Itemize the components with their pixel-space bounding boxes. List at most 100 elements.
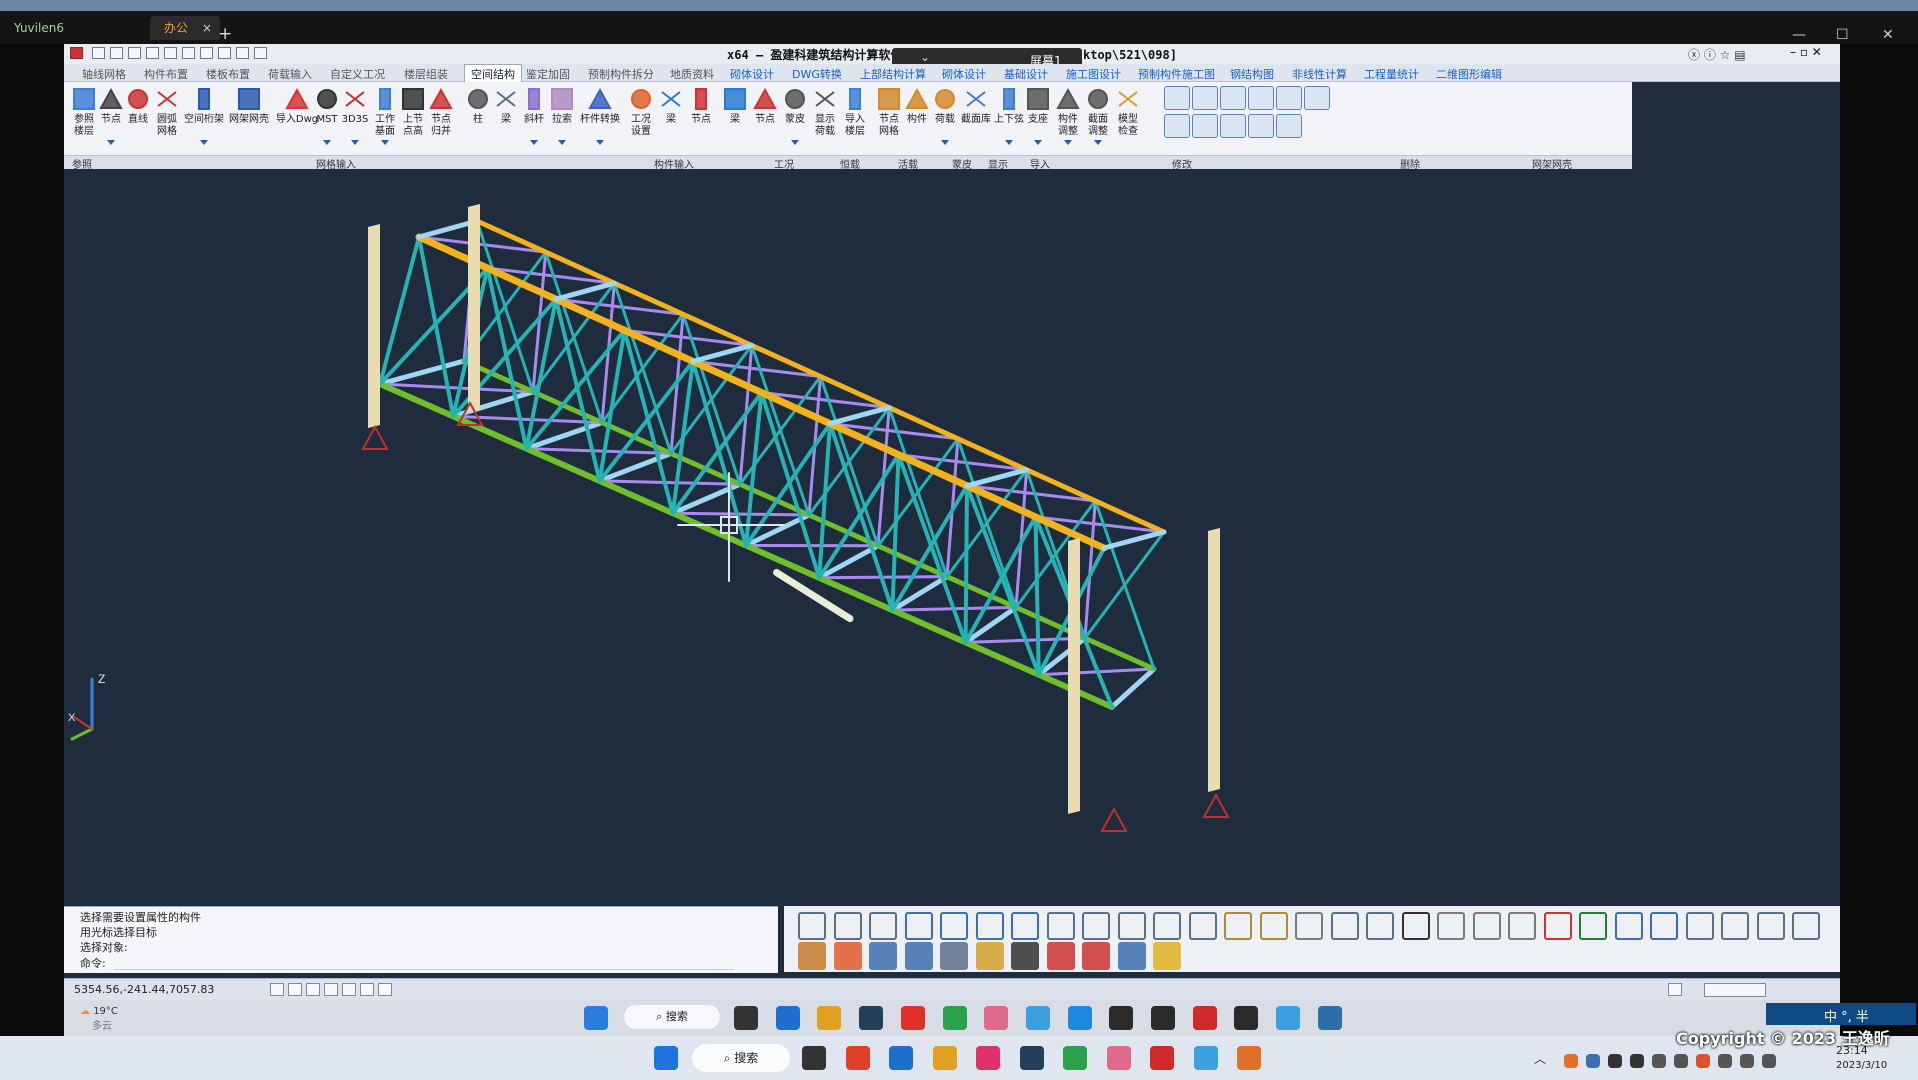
taskbar-app-icon[interactable] <box>734 1006 758 1030</box>
tool-section-lib[interactable]: 截面库 <box>960 82 992 148</box>
display-tool-icon[interactable] <box>1117 942 1146 970</box>
taskbar-app-icon[interactable] <box>859 1006 884 1030</box>
tool-beam-load[interactable]: 梁 <box>656 82 686 148</box>
tool-member-adjust[interactable]: 构件 调整 <box>1052 82 1084 148</box>
view-tool-icon[interactable] <box>1259 912 1288 940</box>
view-tool-icon[interactable] <box>1472 912 1501 940</box>
view-tool-icon[interactable] <box>1579 912 1607 940</box>
view-tool-icon[interactable] <box>1401 912 1430 940</box>
display-tool-icon[interactable] <box>1082 942 1110 970</box>
taskbar-app-icon[interactable] <box>1025 1006 1050 1030</box>
polar-toggle-icon[interactable] <box>324 983 338 996</box>
tool-delete-member[interactable]: 构件 <box>902 82 932 148</box>
tool-show-load[interactable]: 显示 荷载 <box>810 82 840 148</box>
close-icon[interactable]: × <box>202 16 212 40</box>
tray-icon[interactable] <box>1718 1054 1732 1068</box>
view-tool-icon[interactable] <box>1437 912 1465 940</box>
chevron-down-icon[interactable]: ⌄ <box>920 50 930 64</box>
view-tool-icon[interactable] <box>1117 912 1146 940</box>
view-tool-icon[interactable] <box>1082 912 1110 940</box>
tab-office[interactable]: 办公 × <box>150 16 220 40</box>
menu-10[interactable]: 地质资料 <box>670 66 714 82</box>
tool-brace[interactable]: 斜杆 <box>520 82 548 148</box>
column[interactable] <box>468 204 480 412</box>
view-tool-icon[interactable] <box>1685 912 1714 940</box>
3d-viewport[interactable]: ZX <box>64 169 1840 899</box>
web-member[interactable] <box>1033 514 1041 677</box>
display-tool-icon[interactable] <box>940 942 968 970</box>
tray-chevron-icon[interactable]: ︿ <box>1534 1050 1546 1067</box>
web-member[interactable] <box>524 297 558 451</box>
view-tool-icon[interactable] <box>1295 912 1323 940</box>
menu-7[interactable]: 空间结构 <box>464 64 522 82</box>
web-member[interactable] <box>876 437 960 548</box>
menu-5[interactable]: 自定义工况 <box>330 66 385 82</box>
tool-space-frame[interactable]: 网架网壳 <box>226 82 272 148</box>
tray-icon[interactable] <box>1740 1054 1754 1068</box>
tray-icon[interactable] <box>1564 1054 1578 1068</box>
tool-load-case[interactable]: 工况 设置 <box>624 82 658 148</box>
tool-delete-load[interactable]: 荷载 <box>930 82 960 148</box>
view-tool-icon[interactable] <box>1721 912 1749 940</box>
support-icon[interactable] <box>1100 806 1128 832</box>
menu-11[interactable]: 砌体设计 <box>730 66 774 82</box>
column[interactable] <box>1208 528 1220 792</box>
menu-13[interactable]: 上部结构计算 <box>860 66 926 82</box>
view-tool-icon[interactable] <box>1366 912 1394 940</box>
tab-yuvilen6[interactable]: Yuvilen6 <box>0 16 150 40</box>
clock-date[interactable]: 2023/3/10 <box>1836 1060 1887 1071</box>
tool-chord[interactable]: 上下弦 <box>992 82 1026 148</box>
display-tool-icon[interactable] <box>904 942 933 970</box>
taskbar-app-icon[interactable] <box>932 1046 957 1070</box>
tool-arc-grid[interactable]: 圆弧 网格 <box>152 82 182 148</box>
view-tool-icon[interactable] <box>1330 912 1359 940</box>
menu-21[interactable]: 二维图形编辑 <box>1436 66 1502 82</box>
tool-import-floor[interactable]: 导入 楼层 <box>840 82 870 148</box>
taskbar-app-icon[interactable] <box>1067 1006 1092 1030</box>
support-icon[interactable] <box>1202 792 1230 818</box>
maximize-icon[interactable]: ☐ <box>1836 27 1849 43</box>
osnap-toggle-icon[interactable] <box>342 983 356 996</box>
taskbar-app-icon[interactable] <box>1151 1006 1175 1030</box>
view-tool-icon[interactable] <box>1046 912 1075 940</box>
x-axis[interactable] <box>73 716 93 730</box>
modify-tool-icon[interactable] <box>1276 114 1302 138</box>
taskbar-app-icon[interactable] <box>1109 1006 1134 1030</box>
chevron-down-icon[interactable] <box>596 140 604 145</box>
tool-node-merge[interactable]: 节点 归并 <box>426 82 456 148</box>
bottom-brace[interactable] <box>598 479 742 486</box>
view-tool-icon[interactable] <box>975 912 1004 940</box>
menu-17[interactable]: 预制构件施工图 <box>1138 66 1215 82</box>
taskbar-app-icon[interactable] <box>889 1046 913 1070</box>
web-member[interactable] <box>828 421 895 613</box>
display-tool-icon[interactable] <box>798 942 826 970</box>
taskbar-app-icon[interactable] <box>1150 1046 1174 1070</box>
menu-20[interactable]: 工程量统计 <box>1364 66 1419 82</box>
modify-tool-icon[interactable] <box>1164 114 1190 138</box>
menu-3[interactable]: 楼板布置 <box>206 66 250 82</box>
tray-icon[interactable] <box>1586 1054 1600 1068</box>
menu-12[interactable]: DWG转换 <box>792 66 842 82</box>
tool-live-beam[interactable]: 梁 <box>720 82 750 148</box>
tool-line[interactable]: 直线 <box>124 82 152 148</box>
tool-column[interactable]: 柱 <box>464 82 492 148</box>
tool-member-convert[interactable]: 杆件转换 <box>578 82 622 148</box>
chevron-down-icon[interactable] <box>791 140 799 145</box>
menu-16[interactable]: 施工图设计 <box>1066 66 1121 82</box>
tool-beam[interactable]: 梁 <box>492 82 520 148</box>
modify-tool-icon[interactable] <box>1248 86 1274 110</box>
tool-mst[interactable]: MST <box>312 82 342 148</box>
web-member[interactable] <box>890 452 901 613</box>
taskbar-app-icon[interactable] <box>1317 1006 1342 1030</box>
view-tool-icon[interactable] <box>1508 912 1536 940</box>
chevron-down-icon[interactable] <box>381 140 389 145</box>
dyn-toggle-icon[interactable] <box>378 983 392 996</box>
view-tool-icon[interactable] <box>1543 912 1572 940</box>
taskbar-app-icon[interactable] <box>900 1006 925 1030</box>
view-tool-icon[interactable] <box>904 912 933 940</box>
tool-live-node[interactable]: 节点 <box>750 82 780 148</box>
menu-15[interactable]: 基础设计 <box>1004 66 1048 82</box>
tray-icon[interactable] <box>1696 1054 1710 1068</box>
taskbar-app-icon[interactable] <box>984 1006 1009 1030</box>
snap-toggle-icon[interactable] <box>270 983 284 996</box>
